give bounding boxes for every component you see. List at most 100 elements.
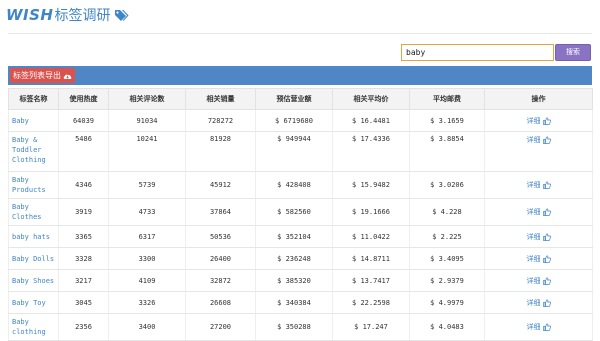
heat-cell: 5486	[58, 131, 109, 172]
tag-name-link[interactable]: Baby Clothes	[8, 198, 59, 226]
table-row: Baby & Toddler Clothing 5486 10241 81928…	[8, 131, 593, 172]
sales-cell: 45912	[185, 171, 256, 199]
search-input[interactable]	[401, 44, 554, 61]
table-row: Baby Clothes 3919 4733 37864 $ 582560 $ …	[8, 198, 593, 226]
heat-cell: 2356	[58, 313, 109, 341]
detail-label: 详细	[526, 208, 541, 216]
action-cell: 详细	[484, 313, 593, 341]
column-header-tag-name[interactable]: 标签名称	[8, 88, 59, 110]
tag-name-link[interactable]: Baby & Toddler Clothing	[8, 131, 59, 172]
action-cell: 详细	[484, 247, 593, 270]
shipping-cell: $ 3.0206	[409, 171, 485, 199]
avg-price-cell: $ 14.8711	[332, 247, 410, 270]
tag-name-link[interactable]: Baby clothing	[8, 313, 59, 341]
avg-price-cell: $ 11.0422	[332, 225, 410, 248]
detail-link[interactable]: 详细	[527, 322, 551, 332]
sales-cell: 50536	[185, 225, 256, 248]
column-header-reviews[interactable]: 相关评论数	[108, 88, 186, 110]
tags-icon	[114, 8, 129, 23]
search-button[interactable]: 搜索	[555, 44, 591, 61]
tag-name-link[interactable]: Baby Products	[8, 171, 59, 199]
sales-cell: 26400	[185, 247, 256, 270]
header-divider	[8, 33, 592, 34]
table-row: baby hats 3365 6317 50536 $ 352104 $ 11.…	[8, 225, 593, 248]
column-header-avg-price[interactable]: 相关平均价	[332, 88, 410, 110]
column-header-shipping[interactable]: 平均邮费	[409, 88, 485, 110]
tag-name-link[interactable]: Baby Toy	[8, 291, 59, 314]
table-row: Baby Products 4346 5739 45912 $ 428408 $…	[8, 171, 593, 199]
heat-cell: 3045	[58, 291, 109, 314]
reviews-cell: 6317	[108, 225, 186, 248]
detail-link[interactable]: 详细	[527, 207, 551, 217]
column-header-heat[interactable]: 使用热度	[58, 88, 109, 110]
avg-price-cell: $ 22.2598	[332, 291, 410, 314]
table-toolbar	[8, 66, 592, 85]
column-header-action: 操作	[484, 88, 593, 110]
detail-link[interactable]: 详细	[527, 276, 551, 286]
sales-cell: 32872	[185, 269, 256, 292]
reviews-cell: 91034	[108, 109, 186, 132]
tag-name-link[interactable]: Baby Dolls	[8, 247, 59, 270]
page-title: 标签调研	[54, 8, 111, 24]
detail-label: 详细	[526, 181, 541, 189]
detail-label: 详细	[526, 298, 541, 307]
shipping-cell: $ 4.228	[409, 198, 485, 226]
revenue-cell: $ 582560	[255, 198, 333, 226]
table-row: Baby 64039 91034 728272 $ 6719680 $ 16.4…	[8, 109, 593, 132]
table-header-row: 标签名称 使用热度 相关评论数 相关销量 预估营业额 相关平均价 平均邮费 操作	[8, 88, 593, 110]
shipping-cell: $ 4.9979	[409, 291, 485, 314]
tag-name-link[interactable]: baby hats	[8, 225, 59, 248]
column-header-revenue[interactable]: 预估营业额	[255, 88, 333, 110]
reviews-cell: 3300	[108, 247, 186, 270]
detail-link[interactable]: 详细	[527, 116, 551, 126]
avg-price-cell: $ 13.7417	[332, 269, 410, 292]
shipping-cell: $ 3.1659	[409, 109, 485, 132]
brand-logo: WISH	[6, 6, 54, 24]
detail-label: 详细	[526, 323, 541, 331]
heat-cell: 3217	[58, 269, 109, 292]
sales-cell: 728272	[185, 109, 256, 132]
avg-price-cell: $ 19.1666	[332, 198, 410, 226]
reviews-cell: 3326	[108, 291, 186, 314]
action-cell: 详细	[484, 269, 593, 292]
detail-link[interactable]: 详细	[527, 298, 551, 308]
page-header: WISH 标签调研	[6, 4, 129, 26]
detail-label: 详细	[526, 136, 541, 144]
sales-cell: 81928	[185, 131, 256, 172]
table-row: Baby Toy 3045 3326 26608 $ 340384 $ 22.2…	[8, 291, 593, 314]
detail-link[interactable]: 详细	[527, 135, 551, 145]
detail-link[interactable]: 详细	[527, 232, 551, 242]
detail-link[interactable]: 详细	[527, 254, 551, 264]
thumbs-up-icon	[542, 254, 551, 263]
avg-price-cell: $ 17.4336	[332, 131, 410, 172]
avg-price-cell: $ 17.247	[332, 313, 410, 341]
heat-cell: 3365	[58, 225, 109, 248]
shipping-cell: $ 2.9379	[409, 269, 485, 292]
revenue-cell: $ 385320	[255, 269, 333, 292]
export-button-label: 标签列表导出	[13, 71, 61, 80]
action-cell: 详细	[484, 198, 593, 226]
reviews-cell: 10241	[108, 131, 186, 172]
revenue-cell: $ 949944	[255, 131, 333, 172]
detail-label: 详细	[526, 276, 541, 285]
tag-table: 标签名称 使用热度 相关评论数 相关销量 预估营业额 相关平均价 平均邮费 操作…	[8, 88, 593, 341]
avg-price-cell: $ 15.9482	[332, 171, 410, 199]
action-cell: 详细	[484, 225, 593, 248]
export-tag-list-button[interactable]: 标签列表导出	[10, 68, 75, 83]
shipping-cell: $ 4.0483	[409, 313, 485, 341]
table-row: Baby clothing 2356 3400 27200 $ 350288 $…	[8, 313, 593, 341]
tag-name-link[interactable]: Baby	[8, 109, 59, 132]
detail-link[interactable]: 详细	[527, 180, 551, 190]
reviews-cell: 4109	[108, 269, 186, 292]
sales-cell: 26608	[185, 291, 256, 314]
heat-cell: 4346	[58, 171, 109, 199]
detail-label: 详细	[526, 254, 541, 263]
shipping-cell: $ 3.8854	[409, 131, 485, 172]
table-row: Baby Shoes 3217 4109 32872 $ 385320 $ 13…	[8, 269, 593, 292]
tag-name-link[interactable]: Baby Shoes	[8, 269, 59, 292]
thumbs-up-icon	[542, 116, 551, 125]
shipping-cell: $ 3.4095	[409, 247, 485, 270]
revenue-cell: $ 236248	[255, 247, 333, 270]
column-header-sales[interactable]: 相关销量	[185, 88, 256, 110]
action-cell: 详细	[484, 291, 593, 314]
